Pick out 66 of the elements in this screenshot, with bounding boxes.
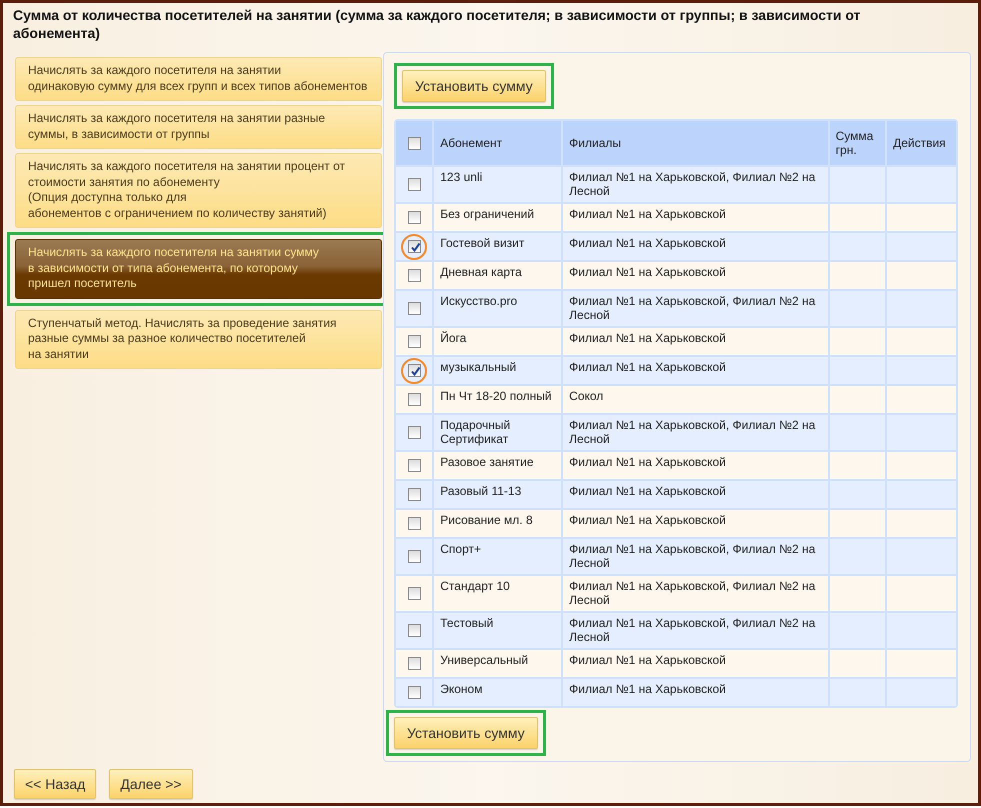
checkbox[interactable] xyxy=(408,211,421,224)
table-cell: Филиал №1 на Харьковской xyxy=(563,510,828,537)
set-sum-button[interactable]: Установить сумму xyxy=(394,717,538,749)
checkbox[interactable] xyxy=(408,335,421,348)
table-cell: Филиал №1 на Харьковской xyxy=(563,204,828,231)
table-cell: Филиал №1 на Харьковской, Филиал №2 на Лесной xyxy=(563,291,828,326)
checkbox[interactable] xyxy=(408,587,421,600)
option-button[interactable]: Начислять за каждого посетителя на занятии разные суммы, в зависимости от группы xyxy=(15,105,382,149)
table-cell: Дневная карта xyxy=(434,262,562,289)
nav-button[interactable]: << Назад xyxy=(14,769,96,799)
table-cell: Филиал №1 на Харьковской xyxy=(563,650,828,677)
table-cell: Тестовый xyxy=(434,613,562,648)
column-header: Действия xyxy=(887,121,956,165)
checkbox[interactable] xyxy=(408,137,421,150)
table-cell: Разовый 11-13 xyxy=(434,481,562,508)
table-cell: Филиал №1 на Харьковской, Филиал №2 на Лесной xyxy=(563,167,828,202)
checkbox[interactable] xyxy=(408,393,421,406)
table-cell: Спорт+ xyxy=(434,539,562,574)
table-cell: Филиал №1 на Харьковской xyxy=(563,328,828,355)
option-button[interactable]: Начислять за каждого посетителя на занятии процент от стоимости занятия по абонементу (Опция доступна только для абонементов с ограничением по количеству занятий) xyxy=(15,153,382,228)
table-cell: Разовое занятие xyxy=(434,452,562,479)
checkbox[interactable] xyxy=(408,364,421,378)
table-cell: Филиал №1 на Харьковской, Филиал №2 на Лесной xyxy=(563,415,828,450)
checkbox[interactable] xyxy=(408,657,421,670)
table-cell: Без ограничений xyxy=(434,204,562,231)
checkbox[interactable] xyxy=(408,488,421,502)
table-cell: Филиал №1 на Харьковской, Филиал №2 на Лесной xyxy=(563,576,828,611)
table-cell: Филиал №1 на Харьковской xyxy=(563,452,828,479)
table-cell: Филиал №1 на Харьковской, Филиал №2 на Лесной xyxy=(563,539,828,574)
table-cell: Филиал №1 на Харьковской xyxy=(563,679,828,706)
checkbox[interactable] xyxy=(408,517,421,530)
table-cell: Филиал №1 на Харьковской xyxy=(563,262,828,289)
table-cell: Филиал №1 на Харьковской xyxy=(563,233,828,260)
table-cell: Сокол xyxy=(563,386,828,413)
option-button[interactable]: Начислять за каждого посетителя на занятии одинаковую сумму для всех групп и всех типов абонементов xyxy=(15,57,382,101)
checkbox[interactable] xyxy=(408,459,421,472)
checkbox[interactable] xyxy=(408,302,421,316)
table-cell: Филиал №1 на Харьковской xyxy=(563,357,828,384)
checkbox[interactable] xyxy=(408,178,421,192)
option-button[interactable]: Ступенчатый метод. Начислять за проведение занятия разные суммы за разное количество посетителей на занятии xyxy=(15,310,382,369)
checkbox[interactable] xyxy=(408,426,421,440)
table-cell: Йога xyxy=(434,328,562,355)
table-cell: 123 unli xyxy=(434,167,562,202)
table-cell: музыкальный xyxy=(434,357,562,384)
column-header: Абонемент xyxy=(434,121,562,165)
table-cell: Стандарт 10 xyxy=(434,576,562,611)
column-header: Сумма грн. xyxy=(830,121,886,165)
checkbox[interactable] xyxy=(408,624,421,638)
checkbox[interactable] xyxy=(408,686,421,700)
table-cell: Пн Чт 18-20 полный xyxy=(434,386,562,413)
table-cell: Филиал №1 на Харьковской, Филиал №2 на Лесной xyxy=(563,613,828,648)
table-cell: Филиал №1 на Харьковской xyxy=(563,481,828,508)
table-cell: Подарочный Сертификат xyxy=(434,415,562,450)
checkbox[interactable] xyxy=(408,269,421,282)
table-cell: Рисование мл. 8 xyxy=(434,510,562,537)
table-cell: Эконом xyxy=(434,679,562,706)
table-cell: Искусство.pro xyxy=(434,291,562,326)
checkbox[interactable] xyxy=(408,240,421,254)
table-cell: Универсальный xyxy=(434,650,562,677)
checkbox[interactable] xyxy=(408,550,421,564)
set-sum-button[interactable]: Установить сумму xyxy=(402,70,546,102)
option-button[interactable]: Начислять за каждого посетителя на занятии сумму в зависимости от типа абонемента, по которому пришел посетитель xyxy=(15,239,382,298)
page-title: Сумма от количества посетителей на занятии (сумма за каждого посетителя; в зависимости от группы; в зависимости от абонемента) xyxy=(12,6,862,42)
column-header: Филиалы xyxy=(563,121,828,165)
table-cell: Гостевой визит xyxy=(434,233,562,260)
nav-button[interactable]: Далее >> xyxy=(109,769,193,799)
